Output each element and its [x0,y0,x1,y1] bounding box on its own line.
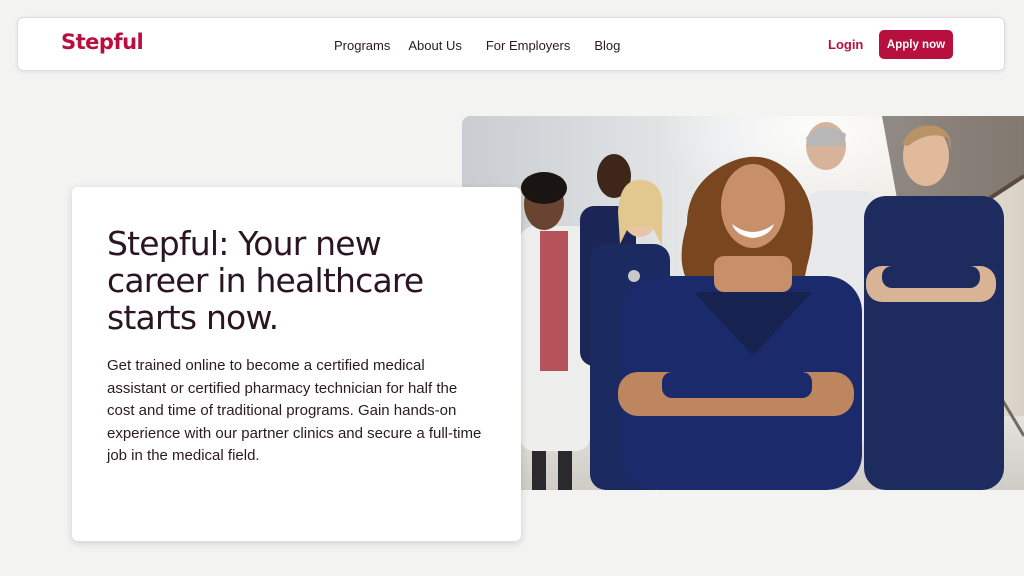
hero-description: Get trained online to become a certified… [107,357,482,465]
hero-title: Stepful: Your new career in healthcare s… [107,224,424,337]
hero-card: Stepful: Your new career in healthcare s… [72,187,521,541]
hero-photo-healthcare-team [462,116,1024,490]
apply-now-button[interactable]: Apply now [879,30,953,59]
nav-link-programs[interactable]: Programs [334,38,390,53]
hero-photo-illustration [462,116,1024,490]
login-link[interactable]: Login [828,37,863,52]
top-navbar: Stepful Programs About Us For Employers … [17,17,1005,71]
nav-link-about-us[interactable]: About Us [408,38,461,53]
nav-link-blog[interactable]: Blog [594,38,620,53]
main-nav: Programs About Us For Employers Blog [334,18,642,72]
nav-link-for-employers[interactable]: For Employers [486,38,571,53]
stepful-logo[interactable]: Stepful [61,30,144,54]
